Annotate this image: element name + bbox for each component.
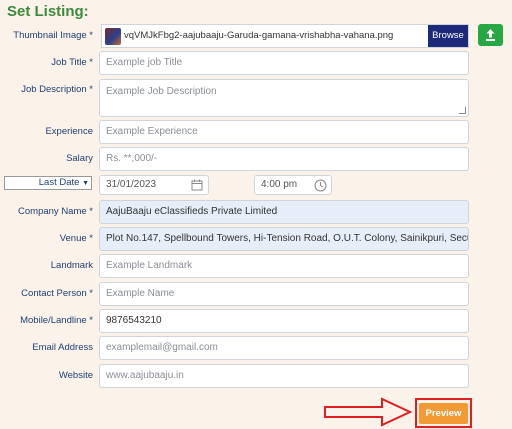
landmark-input[interactable]: Example Landmark [99, 254, 469, 278]
company-name-label: Company Name * [18, 206, 93, 217]
upload-icon [486, 29, 495, 41]
mobile-input[interactable]: 9876543210 [99, 309, 469, 333]
email-label: Email Address [32, 342, 93, 353]
mobile-label: Mobile/Landline * [20, 315, 93, 326]
landmark-label: Landmark [50, 260, 93, 271]
venue-input[interactable]: Plot No.147, Spellbound Towers, Hi-Tensi… [99, 227, 469, 251]
website-label: Website [58, 370, 93, 381]
last-date-input[interactable]: 31/01/2023 [99, 175, 209, 195]
thumbnail-file-input[interactable]: vqVMJkFbg2-aajubaaju-Garuda-gamana-vrish… [101, 24, 469, 48]
job-title-label: Job Title * [51, 57, 93, 68]
resize-handle[interactable] [459, 107, 466, 114]
contact-person-label: Contact Person * [21, 288, 93, 299]
job-description-label: Job Description * [21, 84, 93, 95]
job-description-textarea[interactable]: Example Job Description [99, 79, 469, 117]
calendar-icon[interactable] [191, 179, 203, 191]
salary-label: Salary [66, 153, 93, 164]
form-title: Set Listing: [7, 3, 89, 20]
job-description-placeholder: Example Job Description [106, 86, 217, 97]
last-date-select-label: Last Date [38, 177, 80, 188]
last-time-input[interactable]: 4:00 pm [254, 175, 332, 195]
chevron-down-icon: ▼ [82, 180, 89, 187]
thumbnail-preview-image [105, 28, 121, 45]
job-title-input[interactable]: Example job Title [99, 51, 469, 75]
website-input[interactable]: www.aajubaaju.in [99, 364, 469, 388]
venue-label: Venue * [59, 233, 93, 244]
last-date-select[interactable]: Last Date ▼ [4, 176, 92, 190]
arrow-annotation [324, 397, 413, 427]
salary-input[interactable]: Rs. **,000/- [99, 147, 469, 171]
clock-icon[interactable] [314, 179, 327, 192]
company-name-input[interactable]: AajuBaaju eClassifieds Private Limited [99, 200, 469, 224]
browse-button[interactable]: Browse [428, 25, 468, 47]
experience-label: Experience [45, 126, 93, 137]
last-date-value: 31/01/2023 [106, 179, 157, 190]
thumbnail-label: Thumbnail Image * [13, 30, 93, 41]
thumbnail-file-name: vqVMJkFbg2-aajubaaju-Garuda-gamana-vrish… [124, 30, 394, 41]
upload-button[interactable] [478, 24, 503, 46]
email-input[interactable]: examplemail@gmail.com [99, 336, 469, 360]
last-time-value: 4:00 pm [261, 179, 298, 190]
preview-button[interactable]: Preview [419, 403, 468, 424]
experience-input[interactable]: Example Experience [99, 120, 469, 144]
contact-person-input[interactable]: Example Name [99, 282, 469, 306]
